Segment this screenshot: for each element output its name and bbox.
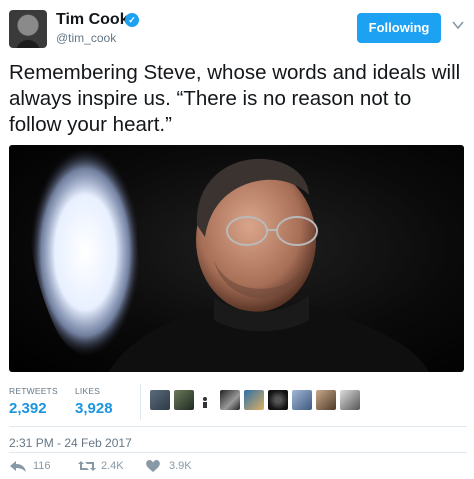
retweets-stat[interactable]: RETWEETS 2,392 <box>9 386 58 417</box>
heart-icon <box>146 459 160 472</box>
retweet-button[interactable]: 2.4K <box>77 457 147 475</box>
likes-stat[interactable]: LIKES 3,928 <box>75 386 113 417</box>
liker-avatar[interactable] <box>316 390 336 410</box>
tweet-photo[interactable] <box>9 145 464 372</box>
user-handle[interactable]: @tim_cook <box>56 31 116 45</box>
chevron-down-icon[interactable] <box>451 18 465 32</box>
following-button[interactable]: Following <box>357 13 441 43</box>
divider <box>140 384 141 420</box>
retweets-label: RETWEETS <box>9 386 58 396</box>
reply-count: 116 <box>33 460 51 472</box>
liker-avatar[interactable] <box>292 390 312 410</box>
tweet-actions: 116 2.4K 3.9K <box>9 457 309 477</box>
likes-label: LIKES <box>75 386 101 396</box>
retweet-count: 2.4K <box>101 460 124 472</box>
liker-avatar[interactable] <box>150 390 170 410</box>
reply-icon <box>10 461 26 472</box>
avatar[interactable] <box>9 10 47 48</box>
tweet-timestamp[interactable]: 2:31 PM - 24 Feb 2017 <box>9 436 132 450</box>
liker-avatar[interactable] <box>220 390 240 410</box>
verified-icon: ✓ <box>125 13 139 27</box>
liker-avatar[interactable] <box>200 390 210 410</box>
divider <box>9 426 467 427</box>
liker-avatar[interactable] <box>174 390 194 410</box>
engagement-stats: RETWEETS 2,392 LIKES 3,928 <box>9 382 467 426</box>
liker-avatar[interactable] <box>244 390 264 410</box>
user-name[interactable]: Tim Cook <box>56 11 129 29</box>
tweet-header: Tim Cook ✓ @tim_cook Following <box>0 0 474 56</box>
likes-count[interactable]: 3,928 <box>75 400 113 417</box>
retweets-count[interactable]: 2,392 <box>9 400 58 417</box>
retweet-icon <box>78 461 96 471</box>
liker-avatar[interactable] <box>340 390 360 410</box>
reply-button[interactable]: 116 <box>9 457 69 475</box>
like-count: 3.9K <box>169 460 192 472</box>
tweet-text: Remembering Steve, whose words and ideal… <box>9 61 461 136</box>
like-button[interactable]: 3.9K <box>145 457 215 475</box>
divider <box>9 452 467 453</box>
liker-avatar[interactable] <box>268 390 288 410</box>
